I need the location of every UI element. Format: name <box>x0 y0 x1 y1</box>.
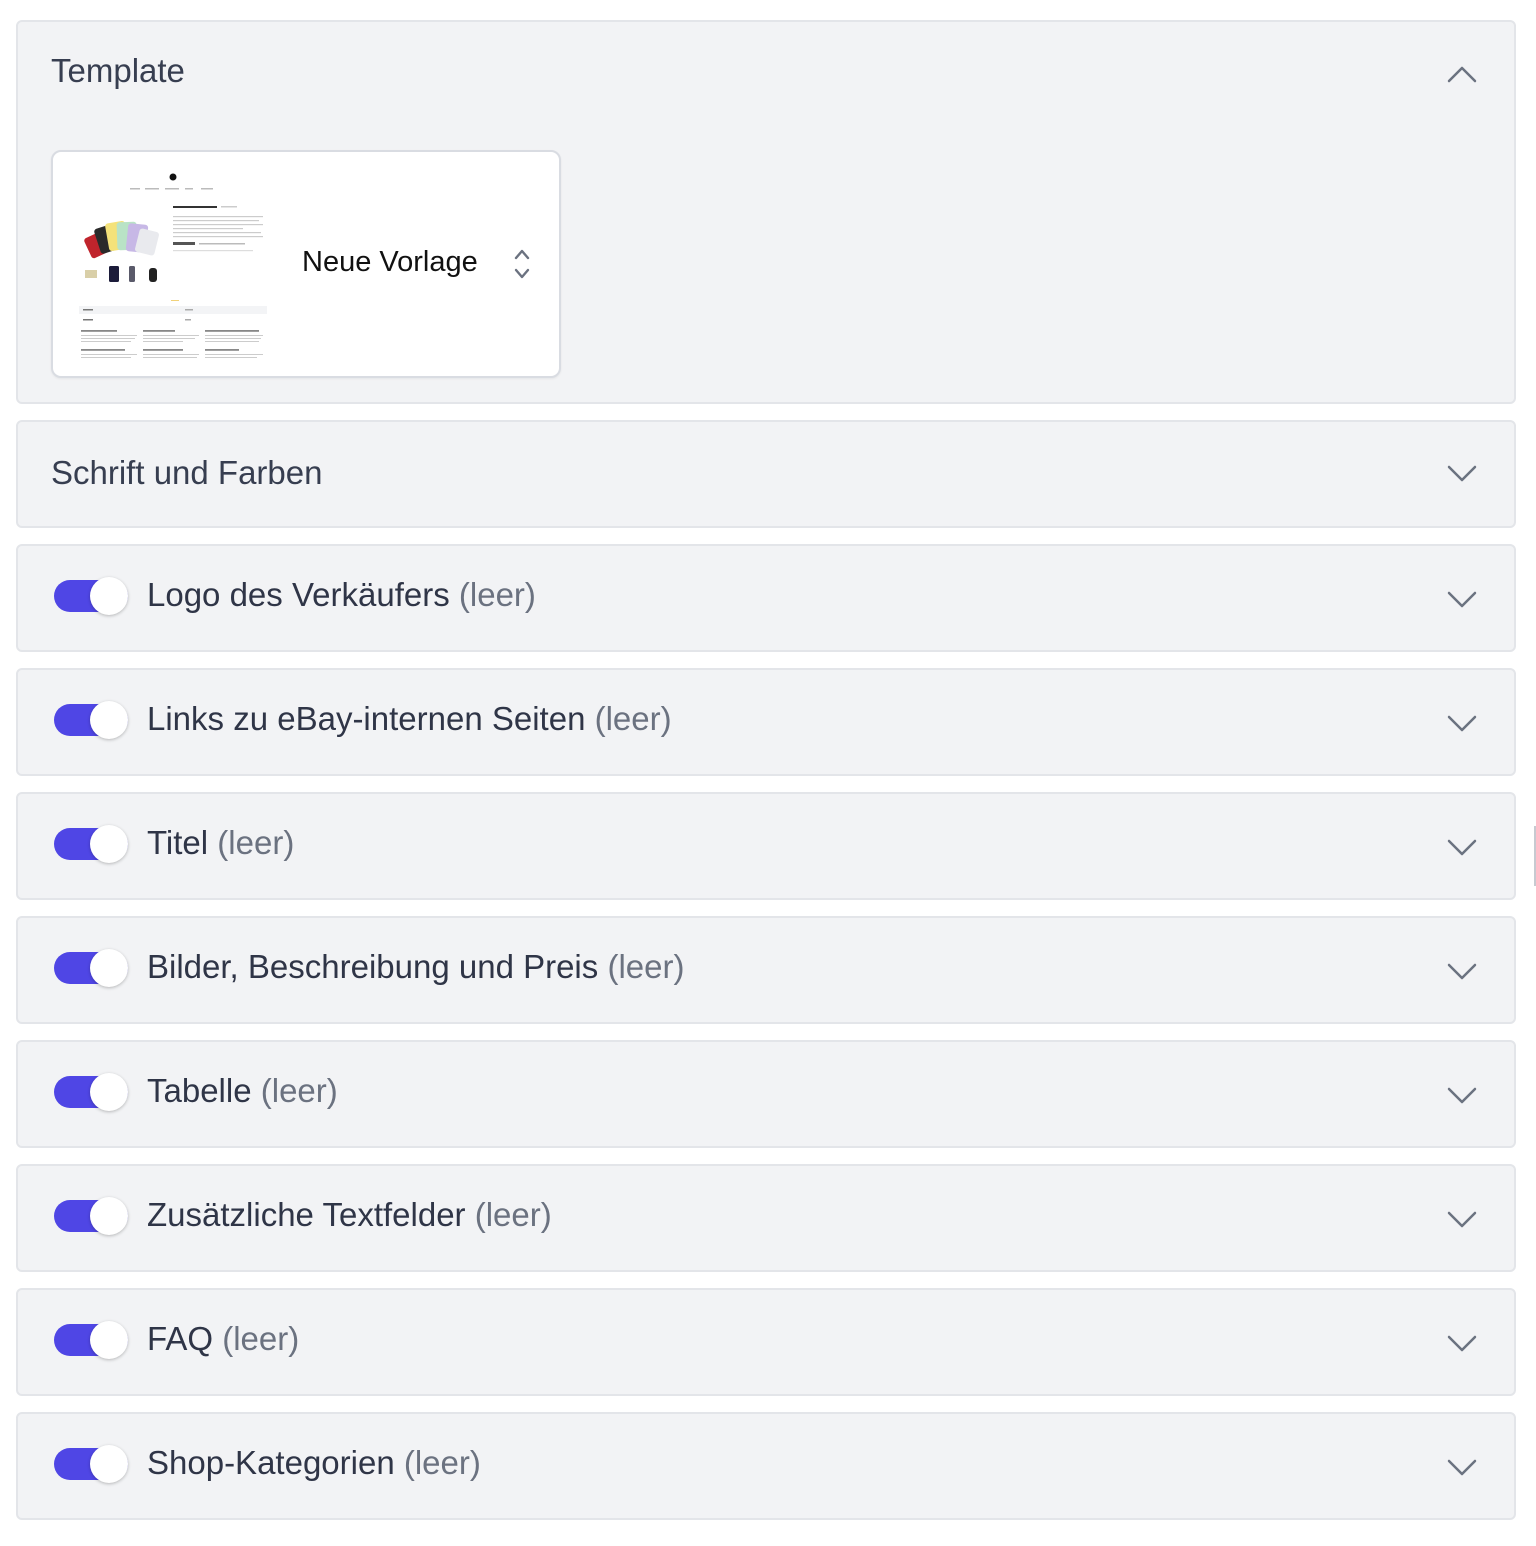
empty-suffix: (leer) <box>474 1196 552 1233</box>
section-panel-images[interactable]: Bilder, Beschreibung und Preis (leer) <box>16 916 1516 1024</box>
chevron-up-icon[interactable] <box>1446 64 1478 84</box>
section-panel-table[interactable]: Tabelle (leer) <box>16 1040 1516 1148</box>
empty-suffix: (leer) <box>403 1444 481 1481</box>
template-select-value[interactable]: Neue Vorlage <box>302 246 478 279</box>
chevron-down-icon[interactable] <box>1446 838 1478 858</box>
section-label: Titel (leer) <box>147 824 295 861</box>
section-toggle[interactable] <box>54 825 130 863</box>
section-toggle[interactable] <box>54 1197 130 1235</box>
section-toggle[interactable] <box>54 1073 130 1111</box>
chevron-down-icon[interactable] <box>1446 464 1478 484</box>
section-panel-title[interactable]: Titel (leer) <box>16 792 1516 900</box>
section-panel-textfields[interactable]: Zusätzliche Textfelder (leer) <box>16 1164 1516 1272</box>
template-preview-thumbnail <box>75 166 275 366</box>
section-label: Bilder, Beschreibung und Preis (leer) <box>147 948 685 985</box>
template-panel: Template Neue Vorlage <box>16 20 1516 404</box>
chevron-down-icon[interactable] <box>1446 1086 1478 1106</box>
section-toggle[interactable] <box>54 1445 130 1483</box>
empty-suffix: (leer) <box>222 1320 300 1357</box>
chevron-down-icon[interactable] <box>1446 1210 1478 1230</box>
section-label: Logo des Verkäufers (leer) <box>147 576 536 613</box>
chevron-down-icon[interactable] <box>1446 714 1478 734</box>
section-toggle[interactable] <box>54 701 130 739</box>
empty-suffix: (leer) <box>217 824 295 861</box>
section-panel-logo[interactable]: Logo des Verkäufers (leer) <box>16 544 1516 652</box>
section-panel-links[interactable]: Links zu eBay-internen Seiten (leer) <box>16 668 1516 776</box>
empty-suffix: (leer) <box>594 700 672 737</box>
section-toggle[interactable] <box>54 577 130 615</box>
section-panel-faq[interactable]: FAQ (leer) <box>16 1288 1516 1396</box>
chevron-down-icon[interactable] <box>1446 962 1478 982</box>
chevron-down-icon[interactable] <box>1446 1334 1478 1354</box>
section-panel-shop-categories[interactable]: Shop-Kategorien (leer) <box>16 1412 1516 1520</box>
updown-arrows-icon[interactable] <box>513 247 531 281</box>
empty-suffix: (leer) <box>260 1072 338 1109</box>
section-toggle[interactable] <box>54 1321 130 1359</box>
empty-suffix: (leer) <box>607 948 685 985</box>
section-label: Links zu eBay-internen Seiten (leer) <box>147 700 672 737</box>
chevron-down-icon[interactable] <box>1446 590 1478 610</box>
section-label: Tabelle (leer) <box>147 1072 338 1109</box>
section-label: FAQ (leer) <box>147 1320 300 1357</box>
template-panel-title[interactable]: Template <box>51 52 185 90</box>
fonts-colors-panel[interactable]: Schrift und Farben <box>16 420 1516 528</box>
template-select-card[interactable]: Neue Vorlage <box>51 150 561 378</box>
fonts-colors-title[interactable]: Schrift und Farben <box>51 454 322 492</box>
empty-suffix: (leer) <box>458 576 536 613</box>
chevron-down-icon[interactable] <box>1446 1458 1478 1478</box>
section-label: Shop-Kategorien (leer) <box>147 1444 481 1481</box>
section-label: Zusätzliche Textfelder (leer) <box>147 1196 552 1233</box>
section-toggle[interactable] <box>54 949 130 987</box>
